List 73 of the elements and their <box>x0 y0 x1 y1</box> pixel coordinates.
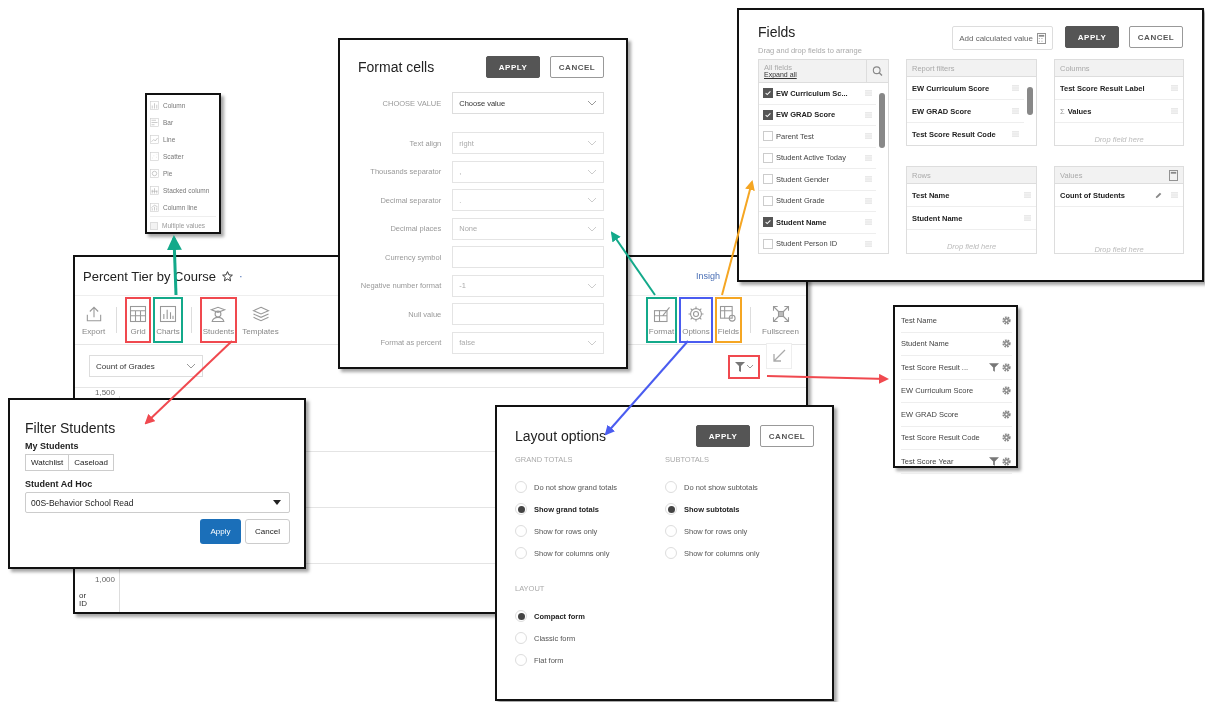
dialog-title: Fields <box>758 24 797 40</box>
chevron-down-icon <box>587 225 597 232</box>
apply-button[interactable]: APPLY <box>486 56 540 78</box>
dialog-title: Filter Students <box>25 420 117 436</box>
toolbar-button[interactable]: Export <box>79 297 109 343</box>
callout-arrow <box>610 231 656 296</box>
checkbox[interactable] <box>763 88 773 99</box>
title-separator: · <box>238 270 243 282</box>
dialog-title: Format cells <box>358 59 435 75</box>
chevron-down-icon <box>587 197 597 203</box>
arrow-icon <box>771 348 787 364</box>
chevron-down-icon <box>587 100 597 106</box>
cancel-button[interactable]: CANCEL <box>550 56 604 78</box>
select-field[interactable]: 00S-Behavior School Read <box>25 492 290 513</box>
chevron-down-icon <box>186 363 196 369</box>
axis-tick-label: 1,000 <box>94 575 115 584</box>
add-calculated-value-button[interactable]: Add calculated value <box>952 26 1053 50</box>
table-pencil-icon <box>651 304 672 324</box>
measure-select[interactable]: Count of Grades <box>89 355 203 377</box>
chevron-down-icon <box>587 282 597 289</box>
scatter-chart-icon <box>150 152 159 161</box>
toolbar-button[interactable]: Grid <box>125 297 152 343</box>
apply-button[interactable]: Apply <box>200 519 241 544</box>
caret-down-icon <box>273 500 281 505</box>
filter-button[interactable] <box>728 355 760 379</box>
gear-icon[interactable] <box>1001 455 1012 467</box>
toolbar-button[interactable]: Format <box>645 297 678 343</box>
toolbar-button[interactable]: Students <box>199 297 238 343</box>
bar-chart-icon <box>150 118 159 127</box>
fullscreen-icon <box>770 304 791 324</box>
toolbar-button[interactable]: Fields <box>714 297 743 343</box>
checkbox[interactable] <box>763 217 773 228</box>
checkbox[interactable] <box>763 109 773 120</box>
toolbar-button[interactable]: Templates <box>239 297 282 343</box>
calculator-icon <box>1037 32 1046 44</box>
field-label: Student Ad Hoc <box>25 479 94 489</box>
graduate-icon <box>208 304 229 324</box>
filter-icon <box>734 361 754 373</box>
chevron-down-icon <box>587 168 597 175</box>
apply-button[interactable]: APPLY <box>1065 26 1119 48</box>
pencil-icon[interactable] <box>1155 191 1162 199</box>
field-label: My Students <box>25 441 80 451</box>
axis-tick-label: 1,500 <box>94 388 115 397</box>
cancel-button[interactable]: Cancel <box>245 519 290 544</box>
toolbar-button[interactable]: Options <box>679 297 713 343</box>
filter-icon[interactable] <box>989 456 999 466</box>
line-chart-icon <box>150 135 159 144</box>
y-axis-title: orID <box>79 592 88 608</box>
chevron-down-icon <box>587 140 597 146</box>
cancel-button[interactable]: CANCEL <box>1129 26 1183 48</box>
calculator-icon[interactable] <box>1169 169 1178 181</box>
stacked-chart-icon <box>150 186 159 195</box>
table-gear-icon <box>718 304 739 324</box>
minimize-button[interactable] <box>766 343 792 369</box>
table-icon <box>128 304 149 324</box>
input-field[interactable] <box>452 303 604 325</box>
bar-chart-icon <box>157 304 178 324</box>
toggle-button[interactable]: Caseload <box>69 454 114 471</box>
star-icon[interactable] <box>220 269 234 283</box>
toolbar-button[interactable]: Charts <box>153 297 183 343</box>
layers-icon <box>250 304 271 324</box>
input-field[interactable] <box>452 246 604 268</box>
toolbar-button[interactable]: Fullscreen <box>759 297 802 343</box>
insights-link[interactable]: Insigh <box>695 271 720 281</box>
pie-chart-icon <box>150 169 159 178</box>
cancel-button[interactable]: CANCEL <box>760 425 814 447</box>
dialog-title: Layout options <box>515 428 607 444</box>
apply-button[interactable]: APPLY <box>696 425 750 447</box>
chevron-down-icon <box>587 339 597 346</box>
column-chart-icon <box>150 101 159 110</box>
combo-chart-icon <box>150 203 159 212</box>
toggle-button[interactable]: Watchlist <box>25 454 70 471</box>
filter-icon[interactable] <box>989 362 999 372</box>
